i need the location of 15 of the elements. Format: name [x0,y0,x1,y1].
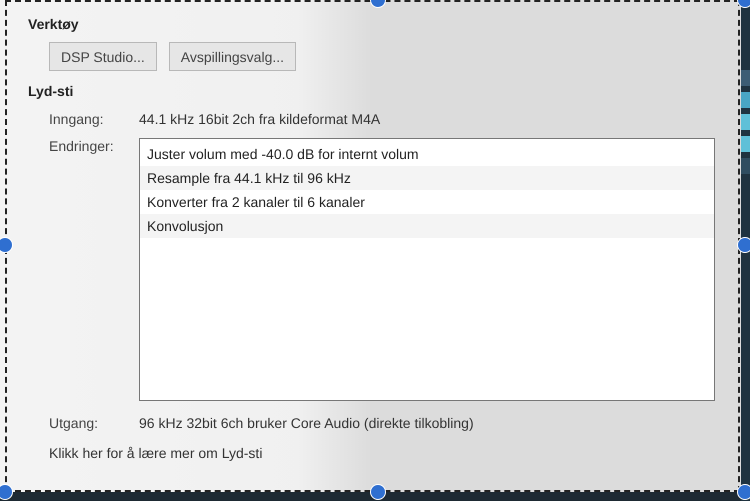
section-heading: Lyd-sti [28,83,74,99]
field-label: Endringer: [49,138,115,154]
field-value: 96 kHz 32bit 6ch bruker Core Audio (direkte tilkobling) [139,415,474,431]
tool-button[interactable]: DSP Studio... [49,42,157,71]
field-label: Inngang: [49,111,104,127]
field-value: 44.1 kHz 16bit 2ch fra kildeformat M4A [139,111,380,127]
resize-handle[interactable] [370,484,386,500]
help-link[interactable]: Klikk her for å lære mer om Lyd-sti [49,445,262,461]
list-item: Konvolusjon [140,214,714,238]
resize-handle[interactable] [737,484,750,500]
section-heading: Verktøy [28,16,80,32]
resize-handle[interactable] [0,484,13,500]
list-item: Resample fra 44.1 kHz til 96 kHz [140,166,714,190]
field-label: Utgang: [49,415,100,431]
tool-button[interactable]: Avspillingsvalg... [168,42,296,71]
